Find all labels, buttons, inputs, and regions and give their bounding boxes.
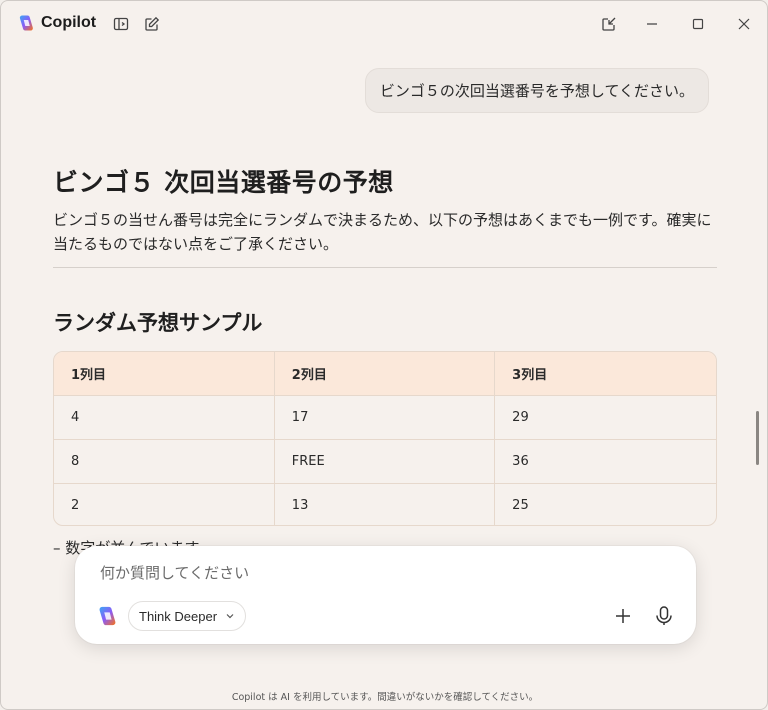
table-cell: 25 <box>512 497 529 513</box>
table-cell: 13 <box>274 483 496 525</box>
message-input[interactable] <box>100 561 660 585</box>
section-title: ランダム予想サンプル <box>53 311 263 335</box>
think-deeper-button[interactable]: Think Deeper <box>128 601 247 631</box>
table-cell: 36 <box>494 439 716 484</box>
table-row: 2 13 25 <box>54 483 716 525</box>
table-cell: 8 <box>54 439 275 484</box>
close-icon[interactable] <box>733 13 755 35</box>
ai-disclaimer: Copilot は AI を利用しています。間違いがないかを確認してください。 <box>231 692 539 703</box>
minimize-icon[interactable] <box>641 13 663 35</box>
table-cell: 4 <box>54 395 275 440</box>
copilot-logo-icon <box>19 15 33 31</box>
composer: Think Deeper <box>75 546 696 644</box>
table-header-row: 1列目 2列目 3列目 <box>54 352 716 396</box>
copilot-window: Copilot ビンゴ５の次回当選番号を予想してください。 ビンゴ５ 次回当選番… <box>0 0 768 710</box>
title-bar: Copilot <box>1 1 767 47</box>
microphone-icon[interactable] <box>652 604 676 628</box>
pin-window-icon[interactable] <box>598 13 620 35</box>
scrollbar-thumb[interactable] <box>756 411 759 465</box>
response-paragraph: ビンゴ５の当せん番号は完全にランダムで決まるため、以下の予想はあくまでも一例です… <box>53 211 712 253</box>
app-title: Copilot <box>41 14 97 31</box>
plus-icon[interactable] <box>611 604 635 628</box>
table-cell: 17 <box>274 395 496 440</box>
table-header-cell: 3列目 <box>494 352 716 396</box>
chevron-down-icon <box>226 614 234 619</box>
mode-label: Think Deeper <box>139 608 218 624</box>
prediction-table: 1列目 2列目 3列目 4 17 29 8 FREE 36 2 13 25 <box>53 351 717 526</box>
table-row: 4 17 29 <box>54 395 716 440</box>
brand: Copilot <box>17 14 96 32</box>
table-header-cell: 2列目 <box>274 352 496 396</box>
copilot-logo-icon <box>99 606 116 626</box>
table-cell: FREE <box>274 439 496 484</box>
table-cell: 2 <box>54 483 275 525</box>
table-header-cell: 1列目 <box>54 352 275 396</box>
sidebar-toggle-icon[interactable] <box>111 14 131 34</box>
new-chat-icon[interactable] <box>142 14 162 34</box>
table-cell: 29 <box>494 395 716 440</box>
maximize-icon[interactable] <box>687 13 709 35</box>
user-message-bubble: ビンゴ５の次回当選番号を予想してください。 <box>364 68 709 113</box>
table-row: 8 FREE 36 <box>54 439 716 484</box>
response-heading: ビンゴ５ 次回当選番号の予想 <box>53 168 394 197</box>
divider <box>53 267 717 268</box>
